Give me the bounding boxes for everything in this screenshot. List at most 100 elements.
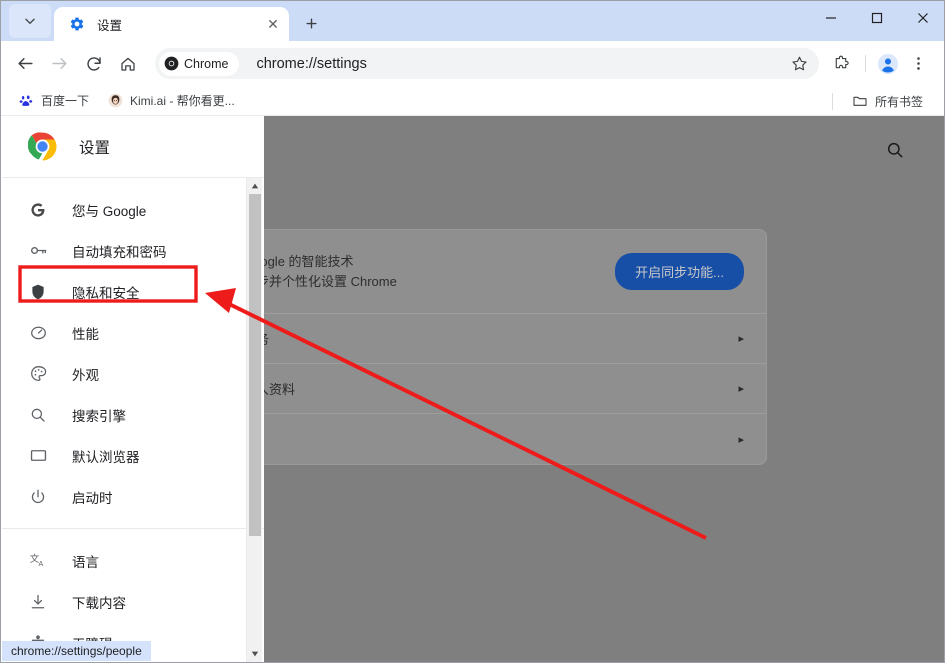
tab-close-button[interactable]: ✕ [263,14,283,34]
sync-row[interactable]: Google 的智能技术 同步并个性化设置 Chrome 开启同步功能... [215,230,766,314]
profile-label: 个人资料 [243,382,296,397]
chrome-logo-icon [28,132,57,161]
chevron-down-icon [23,14,37,28]
speedometer-icon [28,323,48,343]
all-bookmarks-label: 所有书签 [874,94,923,109]
bookmark-item-baidu[interactable]: 百度一下 [11,89,96,112]
page-scrollbar[interactable] [246,178,262,662]
sidebar-item-downloads[interactable]: 下载内容 [2,581,264,622]
new-tab-button[interactable] [296,8,326,38]
address-bar[interactable]: Chrome chrome://settings [155,48,819,79]
chrome-page-chip: Chrome [159,51,240,76]
sidebar-item-label: 您与 Google [72,203,147,219]
sidebar-item-privacy-security[interactable]: 隐私和安全 [2,271,264,312]
sidebar-item-languages[interactable]: 文A 语言 [2,540,264,581]
forward-button[interactable] [44,48,75,79]
download-icon [28,592,48,612]
key-icon [28,241,48,261]
sidebar-item-on-startup[interactable]: 启动时 [2,476,264,517]
back-button[interactable] [10,48,41,79]
sidebar-item-label: 搜索引擎 [72,408,126,424]
maximize-button[interactable] [854,1,900,35]
search-icon [28,405,48,425]
shield-icon [28,282,48,302]
power-icon [28,487,48,507]
sidebar-item-label: 性能 [72,326,99,342]
scroll-up-arrow[interactable] [247,178,263,194]
tab-title: 设置 [97,18,123,33]
chrome-logo-icon [164,56,179,71]
sidebar-item-label: 启动时 [72,490,113,506]
tab-search-button[interactable] [9,4,51,38]
sidebar-item-label: 隐私和安全 [72,285,140,301]
services-row[interactable]: 服务 ▸ [215,314,766,364]
sync-line-2: 同步并个性化设置 Chrome [243,273,397,289]
chrome-chip-label: Chrome [184,56,229,71]
tab-strip: 设置 ✕ [1,1,944,41]
bookmark-star-icon[interactable] [785,50,813,78]
content-overlay-scrim: Google 的智能技术 同步并个性化设置 Chrome 开启同步功能... 服… [214,116,944,662]
address-bar-url[interactable]: chrome://settings [256,56,785,72]
page-title: 设置 [79,139,111,157]
settings-nav-list: 您与 Google 自动填充和密码 隐私和安全 性能 外观 搜索引擎 默认浏览器… [2,178,264,662]
sync-description: Google 的智能技术 同步并个性化设置 Chrome [243,252,615,292]
home-button[interactable] [112,48,143,79]
bookmarks-bar: 百度一下 Kimi.ai - 帮你看更... 所有书签 [1,86,944,116]
browser-toolbar: Chrome chrome://settings [1,41,944,86]
settings-sidebar: 设置 您与 Google 自动填充和密码 隐私和安全 性能 外观 搜索引擎 默认… [2,116,264,662]
palette-icon [28,364,48,384]
minimize-button[interactable] [808,1,854,35]
scroll-down-arrow[interactable] [247,646,263,662]
toolbar-divider [865,55,866,72]
folder-icon [852,93,868,109]
all-bookmarks-button[interactable]: 所有书签 [845,90,930,113]
chevron-right-icon: ▸ [738,383,744,395]
nav-divider [2,528,264,529]
extra-row[interactable]: ▸ [215,414,766,464]
status-bar: chrome://settings/people [2,641,151,661]
reload-button[interactable] [78,48,109,79]
status-bar-text: chrome://settings/people [11,644,142,658]
google-g-icon [28,200,48,220]
tab-settings[interactable]: 设置 ✕ [54,7,289,41]
sidebar-item-default-browser[interactable]: 默认浏览器 [2,435,264,476]
window-controls [808,1,944,35]
sidebar-item-autofill-passwords[interactable]: 自动填充和密码 [2,230,264,271]
close-button[interactable] [900,1,944,35]
chevron-right-icon: ▸ [738,433,744,446]
sidebar-item-search-engine[interactable]: 搜索引擎 [2,394,264,435]
sidebar-item-label: 默认浏览器 [72,449,140,465]
sidebar-item-you-and-google[interactable]: 您与 Google [2,189,264,230]
all-bookmarks-group: 所有书签 [826,86,934,116]
services-label: 服务 [243,329,738,348]
chevron-right-icon: ▸ [738,333,744,345]
three-dot-menu-icon[interactable] [903,48,934,79]
turn-on-sync-button[interactable]: 开启同步功能... [615,253,744,290]
translate-icon: 文A [28,551,48,571]
sidebar-item-appearance[interactable]: 外观 [2,353,264,394]
baidu-paw-icon [18,93,34,109]
settings-header[interactable]: 设置 [2,116,264,178]
sync-settings-card: Google 的智能技术 同步并个性化设置 Chrome 开启同步功能... 服… [214,229,767,465]
sidebar-item-performance[interactable]: 性能 [2,312,264,353]
sidebar-item-label: 下载内容 [72,595,126,611]
settings-gear-icon [68,15,86,33]
bookmark-item-kimi[interactable]: Kimi.ai - 帮你看更... [100,89,242,112]
svg-text:A: A [38,560,43,568]
scrollbar-thumb[interactable] [249,194,261,536]
sync-line-1: Google 的智能技术 [243,253,354,269]
extensions-puzzle-icon[interactable] [825,48,856,79]
chrome-browser-window: 设置 ✕ Chrome chrome://settings 百度一下 Kimi.… [0,0,945,663]
profile-row[interactable]: 个人资料 ▸ [215,364,766,414]
sidebar-item-label: 自动填充和密码 [72,244,167,260]
sidebar-item-label: 语言 [72,554,99,570]
settings-page: Google 的智能技术 同步并个性化设置 Chrome 开启同步功能... 服… [2,116,944,662]
sidebar-item-label: 外观 [72,367,99,383]
kimi-avatar-icon [107,93,123,109]
toolbar-right-actions [825,48,937,79]
window-icon [28,446,48,466]
profile-avatar-icon[interactable] [872,48,903,79]
search-icon[interactable] [885,140,907,162]
bookmark-label: Kimi.ai - 帮你看更... [130,94,235,108]
bookmark-label: 百度一下 [41,94,90,108]
